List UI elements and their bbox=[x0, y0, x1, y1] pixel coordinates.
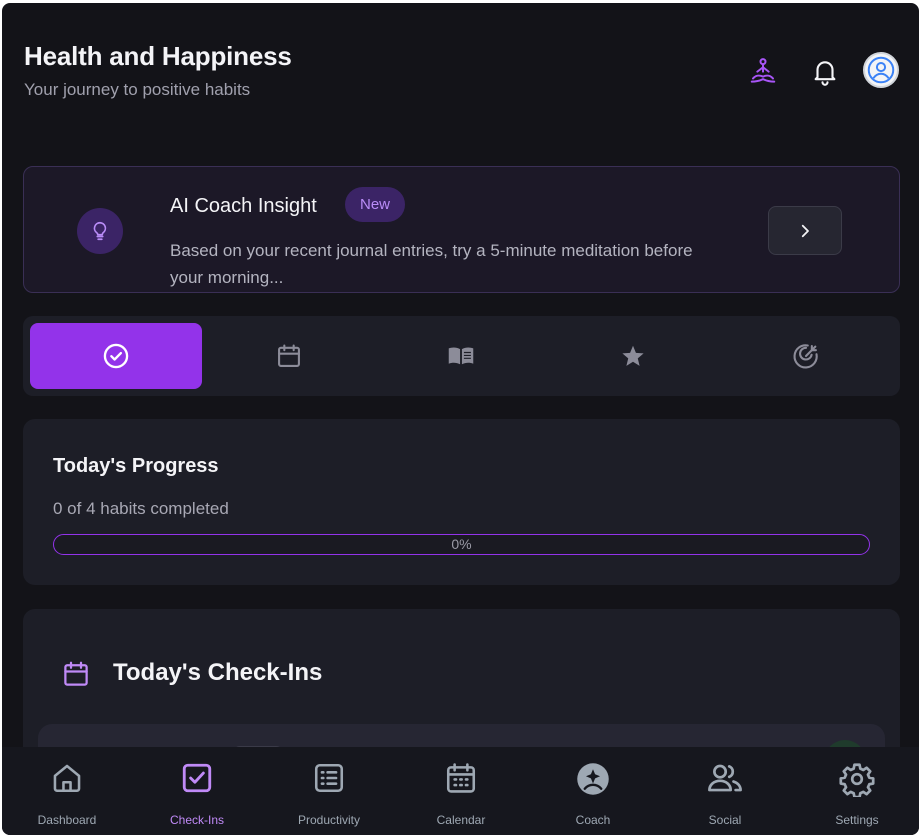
checkbox-icon bbox=[132, 761, 262, 795]
progress-card: Today's Progress 0 of 4 habits completed… bbox=[23, 419, 900, 585]
users-icon bbox=[660, 761, 790, 795]
calendar-icon bbox=[278, 344, 300, 367]
book-icon bbox=[448, 347, 474, 365]
nav-calendar[interactable]: Calendar bbox=[396, 747, 526, 835]
nav-productivity[interactable]: Productivity bbox=[264, 747, 394, 835]
nav-label: Dashboard bbox=[37, 813, 97, 827]
nav-coach[interactable]: Coach bbox=[528, 747, 658, 835]
bell-icon[interactable] bbox=[807, 53, 843, 89]
star-icon bbox=[622, 345, 644, 366]
new-badge: New bbox=[345, 187, 406, 222]
user-avatar-icon[interactable] bbox=[863, 52, 899, 88]
gear-icon bbox=[792, 761, 919, 797]
view-tabs bbox=[23, 316, 900, 396]
chevron-right-icon bbox=[801, 224, 809, 237]
nav-label: Social bbox=[708, 813, 742, 827]
nav-label: Settings bbox=[835, 813, 879, 827]
page-subtitle: Your journey to positive habits bbox=[24, 80, 251, 99]
nav-label: Coach bbox=[575, 813, 611, 827]
insight-open-button[interactable] bbox=[768, 206, 842, 255]
nav-social[interactable]: Social bbox=[660, 747, 790, 835]
tab-goals[interactable] bbox=[720, 323, 892, 389]
tab-favorites[interactable] bbox=[547, 323, 719, 389]
target-icon bbox=[793, 344, 818, 369]
insight-title: AI Coach Insight bbox=[170, 195, 317, 217]
calendar-icon bbox=[61, 659, 91, 694]
meditation-icon[interactable] bbox=[745, 53, 781, 89]
lightbulb-icon bbox=[77, 208, 123, 254]
progress-bar: 0% bbox=[53, 534, 870, 555]
progress-summary: 0 of 4 habits completed bbox=[53, 499, 229, 518]
ai-coach-insight-card: AI Coach Insight New Based on your recen… bbox=[23, 166, 900, 293]
nav-label: Productivity bbox=[297, 813, 361, 827]
nav-checkins[interactable]: Check-Ins bbox=[132, 747, 262, 835]
list-icon bbox=[264, 761, 394, 795]
bottom-nav: Dashboard Check-Ins Productivity Calenda… bbox=[2, 747, 919, 835]
nav-dashboard[interactable]: Dashboard bbox=[2, 747, 132, 835]
page-header: Health and Happiness Your journey to pos… bbox=[24, 41, 292, 100]
progress-percent-label: 0% bbox=[451, 536, 472, 552]
checkins-title: Today's Check-Ins bbox=[113, 659, 323, 686]
nav-label: Calendar bbox=[436, 813, 486, 827]
nav-label: Check-Ins bbox=[169, 813, 225, 827]
tab-journal[interactable] bbox=[375, 323, 547, 389]
coach-icon bbox=[528, 761, 658, 797]
app-window: Health and Happiness Your journey to pos… bbox=[2, 3, 919, 835]
tab-calendar[interactable] bbox=[203, 323, 375, 389]
calendar-icon bbox=[396, 761, 526, 795]
insight-text: Based on your recent journal entries, tr… bbox=[170, 241, 693, 287]
home-icon bbox=[2, 761, 132, 795]
progress-title: Today's Progress bbox=[53, 455, 219, 477]
nav-settings[interactable]: Settings bbox=[792, 747, 919, 835]
tab-checkins[interactable] bbox=[30, 323, 202, 389]
page-title: Health and Happiness bbox=[24, 41, 292, 71]
check-circle-icon bbox=[103, 343, 129, 369]
